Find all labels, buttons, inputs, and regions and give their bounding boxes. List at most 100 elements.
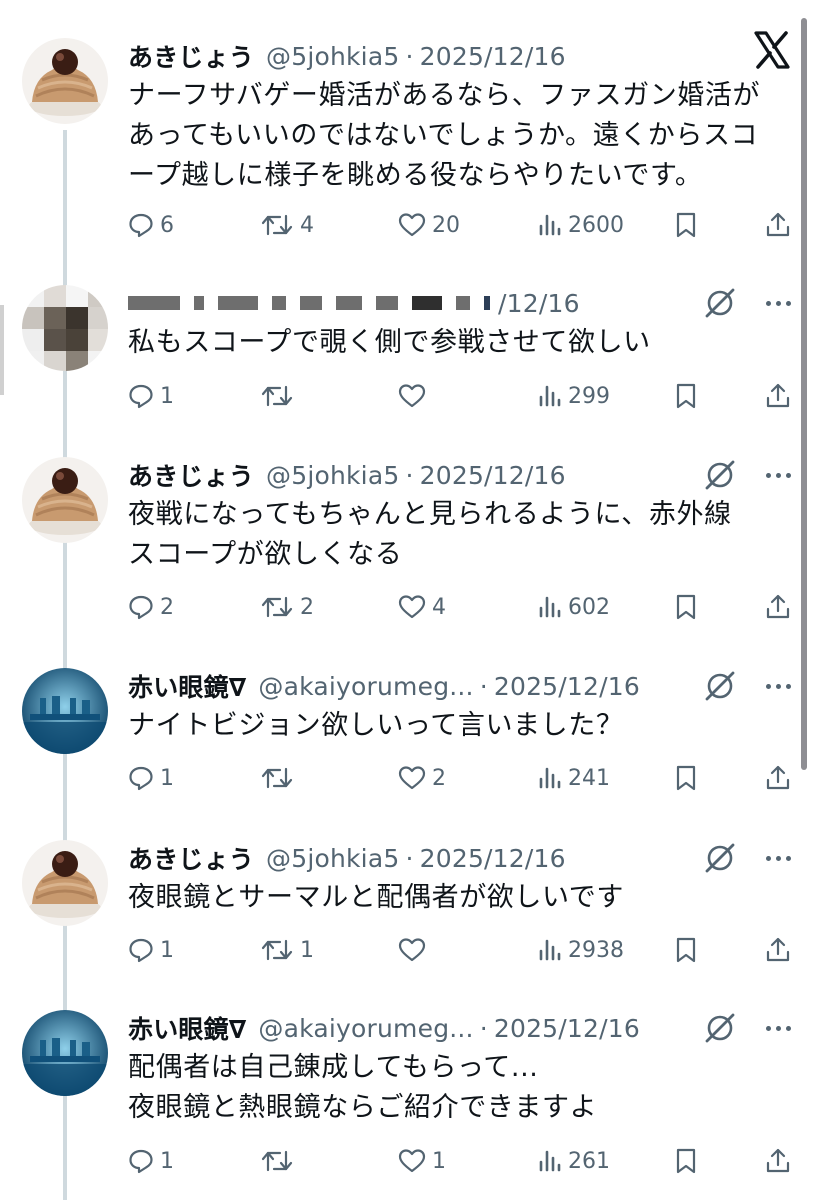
post-header: 赤い眼鏡∇ @akaiyorumeg... · 2025/12/16 — [128, 1010, 640, 1046]
retweet-button[interactable]: 1 — [260, 932, 314, 968]
night-vision-avatar[interactable] — [22, 1010, 108, 1096]
post-date[interactable]: 2025/12/16 — [420, 461, 566, 490]
bookmark-button[interactable] — [674, 589, 698, 625]
night-vision-avatar[interactable] — [22, 668, 108, 754]
display-name[interactable]: 赤い眼鏡∇ — [128, 1010, 246, 1046]
scrollbar[interactable] — [801, 18, 807, 770]
share-button[interactable] — [764, 378, 792, 414]
views-button[interactable]: 261 — [538, 1143, 610, 1179]
views-icon — [538, 765, 562, 791]
share-button[interactable] — [764, 932, 792, 968]
replies-count: 6 — [160, 212, 174, 238]
retweet-button[interactable] — [260, 1143, 294, 1179]
bookmark-icon — [674, 593, 698, 621]
retweet-button[interactable] — [260, 760, 294, 796]
reply-button[interactable]: 1 — [128, 760, 174, 796]
bookmark-button[interactable] — [674, 760, 698, 796]
post-text-line: あってもいいのではないでしょうか。遠くからスコ — [128, 120, 759, 151]
action-bar: 1 1 2938 — [128, 932, 800, 968]
share-button[interactable] — [764, 1143, 792, 1179]
user-handle[interactable]: @5johkia5 — [266, 461, 399, 490]
edge-marker — [0, 305, 4, 395]
monblanc-cake-avatar[interactable] — [22, 38, 108, 124]
bookmark-button[interactable] — [674, 932, 698, 968]
views-icon — [538, 1148, 562, 1174]
reply-button[interactable]: 1 — [128, 1143, 174, 1179]
more-icon[interactable] — [758, 840, 798, 876]
views-button[interactable]: 2600 — [538, 207, 624, 243]
post-date[interactable]: 2025/12/16 — [420, 844, 566, 873]
like-button[interactable]: 1 — [398, 1143, 446, 1179]
share-button[interactable] — [764, 207, 792, 243]
retweet-button[interactable]: 2 — [260, 589, 314, 625]
display-name[interactable]: あきじょう — [128, 457, 254, 493]
like-button[interactable] — [398, 932, 426, 968]
post-date[interactable]: 2025/12/16 — [494, 672, 640, 701]
share-button[interactable] — [764, 589, 792, 625]
like-button[interactable]: 20 — [398, 207, 460, 243]
post-text: 夜戦になってもちゃんと見られるように、赤外線 スコープが欲しくなる — [128, 495, 798, 575]
bookmark-button[interactable] — [674, 1143, 698, 1179]
bookmark-icon — [674, 936, 698, 964]
post-date[interactable]: 2025/12/16 — [494, 1014, 640, 1043]
bookmark-button[interactable] — [674, 207, 698, 243]
retweets-count: 4 — [300, 212, 314, 238]
action-bar: 2 2 4 602 — [128, 589, 800, 625]
monblanc-cake-avatar[interactable] — [22, 840, 108, 926]
bookmark-button[interactable] — [674, 378, 698, 414]
views-button[interactable]: 602 — [538, 589, 610, 625]
share-button[interactable] — [764, 760, 792, 796]
user-handle[interactable]: @akaiyorumeg... — [258, 672, 473, 701]
reply-button[interactable]: 1 — [128, 378, 174, 414]
post-date[interactable]: /12/16 — [498, 289, 580, 318]
post-header: あきじょう @5johkia5 · 2025/12/16 — [128, 38, 566, 74]
user-handle[interactable]: @akaiyorumeg... — [258, 1014, 473, 1043]
grok-icon[interactable] — [702, 285, 738, 321]
views-count: 241 — [568, 765, 610, 791]
reply-button[interactable]: 6 — [128, 207, 174, 243]
reply-button[interactable]: 2 — [128, 589, 174, 625]
post-header: /12/16 — [128, 285, 580, 321]
display-name[interactable]: あきじょう — [128, 38, 254, 74]
views-button[interactable]: 299 — [538, 378, 610, 414]
retweet-button[interactable] — [260, 378, 294, 414]
post-header: あきじょう @5johkia5 · 2025/12/16 — [128, 840, 566, 876]
more-icon[interactable] — [758, 457, 798, 493]
pixelated-avatar[interactable] — [22, 285, 108, 371]
grok-icon[interactable] — [702, 457, 738, 493]
monblanc-cake-avatar[interactable] — [22, 457, 108, 543]
retweet-icon — [260, 212, 294, 238]
grok-icon[interactable] — [702, 1010, 738, 1046]
views-count: 602 — [568, 594, 610, 620]
share-icon — [764, 764, 792, 792]
display-name[interactable]: 赤い眼鏡∇ — [128, 668, 246, 704]
like-button[interactable]: 2 — [398, 760, 446, 796]
views-button[interactable]: 241 — [538, 760, 610, 796]
reply-icon — [128, 212, 154, 238]
more-icon[interactable] — [758, 668, 798, 704]
post-date[interactable]: 2025/12/16 — [420, 42, 566, 71]
share-icon — [764, 1147, 792, 1175]
user-handle[interactable]: @5johkia5 — [266, 42, 399, 71]
likes-count: 4 — [432, 594, 446, 620]
reply-icon — [128, 1148, 154, 1174]
retweet-button[interactable]: 4 — [260, 207, 314, 243]
grok-icon[interactable] — [702, 840, 738, 876]
like-button[interactable]: 4 — [398, 589, 446, 625]
views-button[interactable]: 2938 — [538, 932, 624, 968]
heart-icon — [398, 212, 426, 238]
thread-connector-line — [63, 932, 67, 1012]
more-icon[interactable] — [758, 285, 798, 321]
post-text-line: 夜眼鏡とサーマルと配偶者が欲しいです — [128, 882, 624, 913]
x-logo-icon[interactable] — [752, 30, 792, 70]
separator-dot: · — [405, 460, 414, 490]
reply-button[interactable]: 1 — [128, 932, 174, 968]
more-icon[interactable] — [758, 1010, 798, 1046]
likes-count: 2 — [432, 765, 446, 791]
grok-icon[interactable] — [702, 668, 738, 704]
like-button[interactable] — [398, 378, 426, 414]
post-header: 赤い眼鏡∇ @akaiyorumeg... · 2025/12/16 — [128, 668, 640, 704]
display-name[interactable]: あきじょう — [128, 840, 254, 876]
user-handle[interactable]: @5johkia5 — [266, 844, 399, 873]
bookmark-icon — [674, 1147, 698, 1175]
